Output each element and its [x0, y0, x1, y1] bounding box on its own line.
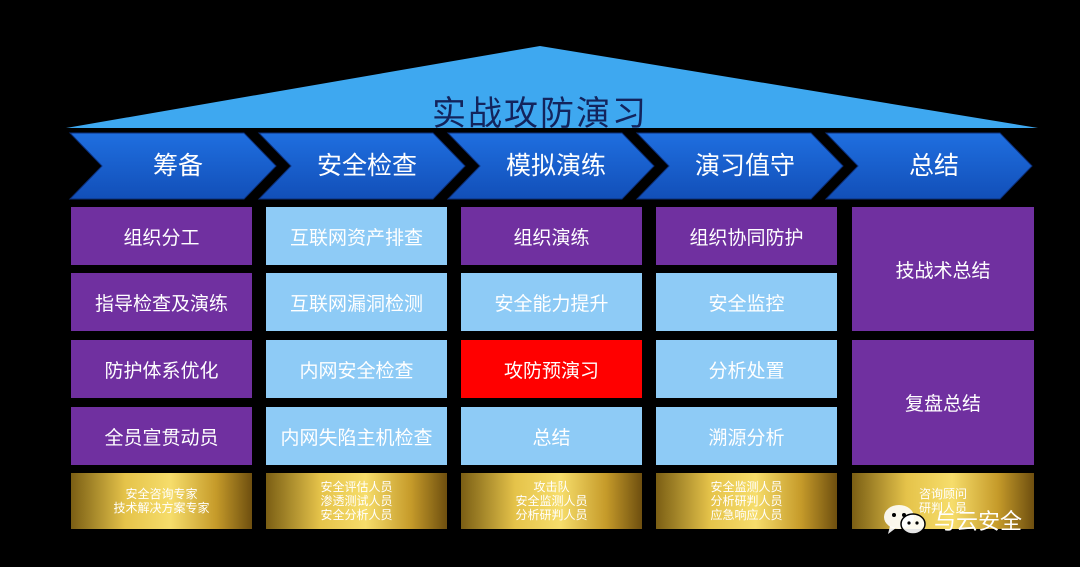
task-box: 内网安全检查: [266, 340, 447, 398]
staff-item: 安全监测人员: [710, 480, 783, 494]
task-box: 安全监控: [656, 273, 837, 331]
phase-label-prep: 筹备: [152, 151, 203, 180]
watermark: 与云安全: [882, 500, 1022, 540]
staff-box: 安全监测人员 分析研判人员 应急响应人员: [656, 473, 837, 529]
task-box: 互联网漏洞检测: [266, 273, 447, 331]
staff-item: 技术解决方案专家: [113, 501, 210, 515]
phase-label-security-check: 安全检查: [316, 151, 417, 180]
watermark-text: 与云安全: [934, 510, 1023, 535]
task-box: 内网失陷主机检查: [266, 407, 447, 465]
staff-item: 安全监测人员: [515, 494, 588, 508]
staff-item: 攻击队: [533, 480, 570, 494]
staff-item: 渗透测试人员: [320, 494, 393, 508]
task-box: 防护体系优化: [71, 340, 252, 398]
task-box: 安全能力提升: [461, 273, 642, 331]
staff-item: 分析研判人员: [515, 508, 588, 522]
staff-box: 攻击队 安全监测人员 分析研判人员: [461, 473, 642, 529]
task-box-highlight: 攻防预演习: [461, 340, 642, 398]
task-box: 分析处置: [656, 340, 837, 398]
phase-label-summary: 总结: [908, 151, 959, 180]
task-box: 溯源分析: [656, 407, 837, 465]
task-box: 组织分工: [71, 207, 252, 265]
task-box: 组织协同防护: [656, 207, 837, 265]
task-box: 指导检查及演练: [71, 273, 252, 331]
task-box: 全员宣贯动员: [71, 407, 252, 465]
staff-item: 咨询顾问: [918, 487, 967, 501]
task-box: 总结: [461, 407, 642, 465]
task-box: 技战术总结: [852, 207, 1034, 331]
phase-label-simulation: 模拟演练: [505, 151, 606, 180]
staff-item: 安全分析人员: [320, 508, 393, 522]
staff-box: 安全咨询专家 技术解决方案专家: [71, 473, 252, 529]
task-box: 组织演练: [461, 207, 642, 265]
task-box: 互联网资产排查: [266, 207, 447, 265]
wechat-icon: [884, 505, 926, 535]
task-box: 复盘总结: [852, 340, 1034, 465]
staff-item: 应急响应人员: [710, 508, 783, 522]
phase-label-duty: 演习值守: [694, 151, 795, 180]
staff-item: 安全评估人员: [320, 480, 393, 494]
staff-item: 安全咨询专家: [125, 487, 198, 501]
staff-box: 安全评估人员 渗透测试人员 安全分析人员: [266, 473, 447, 529]
staff-item: 分析研判人员: [710, 494, 783, 508]
